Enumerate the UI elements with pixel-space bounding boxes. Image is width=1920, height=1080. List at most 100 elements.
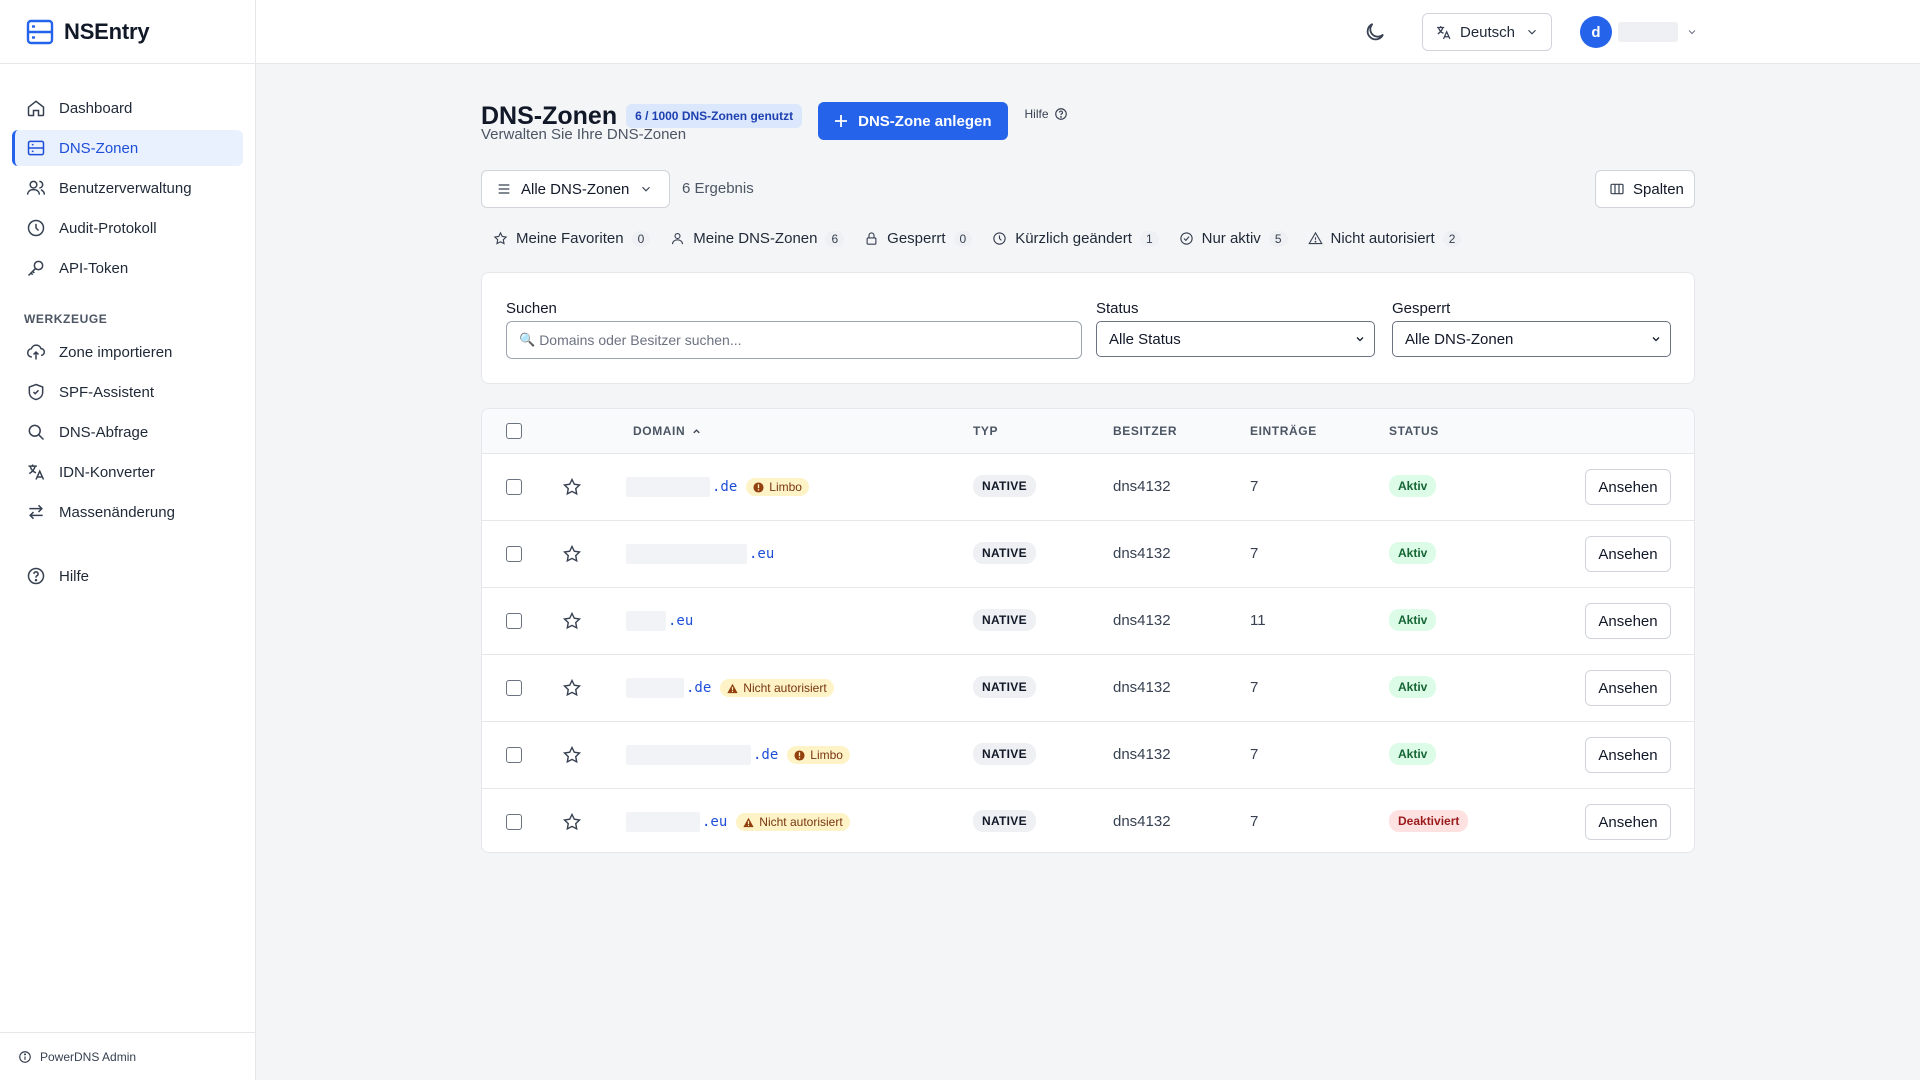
view-select-label: Alle DNS-Zonen [521,180,630,198]
sidebar-item-dns-lookup[interactable]: DNS-Abfrage [12,414,243,450]
unauthorized-tag: Nicht autorisiert [720,679,834,697]
user-menu[interactable]: d [1580,16,1698,48]
locked-select[interactable]: Alle DNS-Zonen [1392,321,1671,357]
chip-my-zones[interactable]: Meine DNS-Zonen 6 [670,230,845,247]
sidebar-item-dashboard[interactable]: Dashboard [12,90,243,126]
help-link[interactable]: Hilfe [1025,107,1068,121]
owner: dns4132 [1113,545,1171,562]
row-checkbox[interactable] [506,479,522,495]
sidebar-item-audit-log[interactable]: Audit-Protokoll [12,210,243,246]
columns-icon [1610,183,1624,195]
language-selector[interactable]: Deutsch [1422,13,1552,51]
status-select[interactable]: Alle Status [1096,321,1375,357]
star-icon[interactable] [562,544,582,564]
row-checkbox[interactable] [506,546,522,562]
domain-name-redacted [626,812,700,832]
chevron-down-icon [1356,337,1364,342]
table-row: .eu Nicht autorisiert NATIVE dns4132 7 D… [482,789,1694,852]
domain-tld: .eu [702,814,728,830]
columns-button[interactable]: Spalten [1595,170,1695,208]
sidebar-item-bulk-change[interactable]: Massenänderung [12,494,243,530]
shield-icon [28,383,44,401]
sidebar-item-api-token[interactable]: API-Token [12,250,243,286]
sidebar-item-dns-zones[interactable]: DNS-Zonen [12,130,243,166]
status-label: Status [1096,300,1139,317]
chevron-down-icon [1528,29,1536,35]
sidebar-item-spf-assistant[interactable]: SPF-Assistent [12,374,243,410]
star-icon[interactable] [562,477,582,497]
brand[interactable]: NSEntry [0,0,255,64]
owner: dns4132 [1113,813,1171,830]
user-name-redacted [1618,22,1678,42]
home-icon [27,100,45,117]
user-icon [672,232,684,245]
limbo-tag: Limbo [787,746,850,764]
view-button[interactable]: Ansehen [1585,603,1671,639]
chip-label: Kürzlich geändert [1015,230,1132,247]
type-badge: NATIVE [973,475,1036,497]
search-input[interactable]: 🔍 Domains oder Besitzer suchen... [506,321,1082,359]
star-icon[interactable] [562,812,582,832]
domain-name-redacted [626,544,747,564]
row-checkbox[interactable] [506,814,522,830]
chip-locked[interactable]: Gesperrt 0 [864,230,973,247]
warning-icon [1307,231,1323,245]
row-checkbox[interactable] [506,747,522,763]
column-entries: EINTRÄGE [1250,424,1317,438]
domain-link[interactable]: .eu [626,544,774,564]
quick-filters: Meine Favoriten 0 Meine DNS-Zonen 6 Gesp… [493,230,1481,247]
chip-label: Nicht autorisiert [1330,230,1435,247]
table-header: DOMAIN TYP BESITZER EINTRÄGE STATUS [482,409,1694,454]
domain-tld: .de [686,680,712,696]
help-circle-icon [27,567,45,585]
domain-link[interactable]: .de Limbo [626,477,809,497]
arrows-icon [29,504,43,520]
locked-label: Gesperrt [1392,300,1451,317]
sidebar-item-help[interactable]: Hilfe [12,558,243,594]
key-icon [27,260,44,277]
domain-name-redacted [626,745,751,765]
sidebar-item-idn-converter[interactable]: IDN-Konverter [12,454,243,490]
row-checkbox[interactable] [506,680,522,696]
view-button[interactable]: Ansehen [1585,536,1671,572]
view-button[interactable]: Ansehen [1585,804,1671,840]
sidebar-item-zone-import[interactable]: Zone importieren [12,334,243,370]
sidebar-item-label: API-Token [59,259,129,277]
chip-favorites[interactable]: Meine Favoriten 0 [493,230,651,247]
domain-link[interactable]: .de Limbo [626,745,850,765]
translate-icon [1437,25,1451,39]
star-icon[interactable] [562,745,582,765]
avatar: d [1580,16,1612,48]
domain-tld: .de [753,747,779,763]
info-filled-icon [794,749,805,761]
status-badge: Aktiv [1389,475,1437,497]
chip-count: 0 [953,230,973,247]
sidebar-item-user-management[interactable]: Benutzerverwaltung [12,170,243,206]
domain-name-redacted [626,477,710,497]
clock-icon [27,219,45,237]
domain-link[interactable]: .eu Nicht autorisiert [626,812,850,832]
view-button[interactable]: Ansehen [1585,737,1671,773]
view-select[interactable]: Alle DNS-Zonen [481,170,670,208]
plus-icon [835,115,848,127]
domain-link[interactable]: .eu [626,611,693,631]
view-button[interactable]: Ansehen [1585,670,1671,706]
sidebar-item-label: Massenänderung [59,503,175,521]
chip-unauthorized[interactable]: Nicht autorisiert 2 [1307,230,1462,247]
filter-panel: Suchen 🔍 Domains oder Besitzer suchen...… [481,272,1695,384]
domain-link[interactable]: .de Nicht autorisiert [626,678,834,698]
row-checkbox[interactable] [506,613,522,629]
result-count: 6 Ergebnis [682,180,754,197]
chip-only-active[interactable]: Nur aktiv 5 [1179,230,1288,247]
moon-icon[interactable] [1363,20,1387,44]
star-icon[interactable] [562,611,582,631]
column-domain[interactable]: DOMAIN [633,424,702,438]
table-row: .eu NATIVE dns4132 7 Aktiv Ansehen [482,521,1694,588]
star-icon[interactable] [562,678,582,698]
chip-recently-changed[interactable]: Kürzlich geändert 1 [992,230,1159,247]
select-all-checkbox[interactable] [506,423,522,439]
column-label: BESITZER [1113,424,1178,438]
view-button[interactable]: Ansehen [1585,469,1671,505]
create-zone-button[interactable]: DNS-Zone anlegen [818,102,1008,140]
sidebar-item-label: Hilfe [59,567,90,585]
